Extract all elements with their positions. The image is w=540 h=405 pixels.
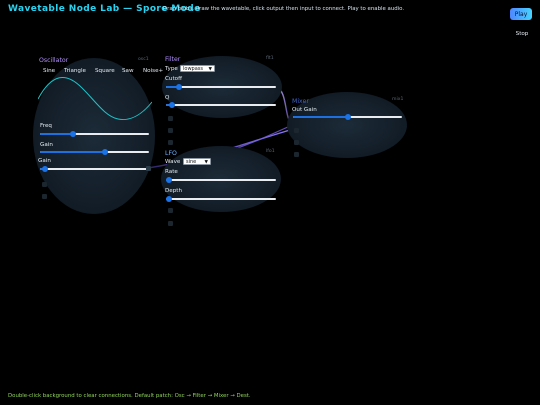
lfo-wave-label: Wave: [165, 159, 181, 165]
wave-noise-extra: +: [158, 68, 164, 74]
wire-lfo-to-mixer[interactable]: [231, 125, 291, 151]
stop-button[interactable]: Stop: [512, 29, 532, 39]
mixer-port-in-1[interactable]: [294, 128, 299, 133]
gain-slider-thumb[interactable]: [102, 149, 109, 155]
gain2-slider[interactable]: [40, 166, 149, 172]
mixer-title-text: Mixer: [292, 98, 309, 105]
osc-port-in-1[interactable]: [42, 182, 47, 187]
lfo-title-text: LFO: [165, 150, 177, 157]
freq-slider-thumb[interactable]: [69, 131, 76, 137]
filter-port-in-1[interactable]: [168, 116, 173, 121]
filter-type-select[interactable]: lowpass ▼: [180, 65, 215, 72]
mixer-id: mix1: [392, 97, 404, 102]
osc-port-out[interactable]: [146, 166, 151, 171]
freq-slider[interactable]: [40, 131, 149, 137]
depth-slider-thumb[interactable]: [166, 196, 173, 202]
oscillator-id: osc1: [138, 57, 149, 62]
q-slider[interactable]: [166, 102, 276, 108]
gain-label: Gain: [40, 142, 53, 148]
rate-slider[interactable]: [166, 177, 276, 183]
rate-label: Rate: [165, 169, 178, 175]
mixer-title: Mixer: [292, 98, 309, 105]
out-gain-slider-thumb[interactable]: [344, 114, 351, 120]
lfo-wave-value: sine: [186, 159, 197, 165]
oscillator-title-text: Oscillator: [39, 57, 69, 64]
filter-type-label: Type: [165, 66, 178, 72]
wave-noise-button[interactable]: Noise+: [143, 68, 163, 74]
mixer-port-in-3[interactable]: [294, 152, 299, 157]
lfo-id: lfo1: [266, 149, 275, 154]
q-label: Q: [165, 95, 170, 101]
gain2-slider-thumb[interactable]: [42, 166, 49, 172]
cutoff-slider-thumb[interactable]: [176, 84, 183, 90]
wave-triangle-button[interactable]: Triangle: [64, 68, 86, 74]
gain-slider[interactable]: [40, 149, 149, 155]
freq-label: Freq: [40, 123, 52, 129]
depth-label: Depth: [165, 188, 183, 194]
cutoff-label: Cutoff: [165, 76, 182, 82]
filter-title-text: Filter: [165, 56, 181, 63]
cutoff-slider[interactable]: [166, 84, 276, 90]
filter-port-in-2[interactable]: [168, 128, 173, 133]
wavetable-curve: [38, 77, 152, 121]
mixer-port-in-2[interactable]: [294, 140, 299, 145]
q-slider-thumb[interactable]: [168, 102, 175, 108]
oscillator-title: Oscillator: [39, 57, 68, 64]
filter-title: Filter: [165, 56, 180, 63]
instructions-text: Drag blobs, draw the wavetable, click ou…: [163, 6, 405, 12]
filter-port-in-3[interactable]: [168, 140, 173, 145]
filter-id: flt1: [266, 56, 274, 61]
lfo-wave-select[interactable]: sine ▼: [183, 158, 211, 165]
gain2-label: Gain: [38, 158, 51, 164]
chevron-down-icon: ▼: [204, 160, 208, 165]
wave-sine-button[interactable]: Sine: [43, 68, 55, 74]
filter-type-value: lowpass: [183, 66, 203, 72]
out-gain-label: Out Gain: [292, 107, 317, 113]
header-bar: Wavetable Node Lab — Spore Mode Drag blo…: [0, 0, 540, 22]
rate-slider-thumb[interactable]: [166, 177, 173, 183]
lfo-port-in-1[interactable]: [168, 208, 173, 213]
wave-noise-label: Noise: [143, 68, 159, 74]
wavetable-canvas[interactable]: [38, 76, 152, 122]
wave-square-button[interactable]: Square: [95, 68, 115, 74]
depth-slider[interactable]: [166, 196, 276, 202]
lfo-port-in-2[interactable]: [168, 221, 173, 226]
wave-saw-button[interactable]: Saw: [122, 68, 134, 74]
osc-port-in-2[interactable]: [42, 194, 47, 199]
chevron-down-icon: ▼: [208, 67, 212, 72]
lfo-title: LFO: [165, 150, 177, 157]
footer-hint: Double-click background to clear connect…: [8, 393, 251, 399]
out-gain-slider[interactable]: [293, 114, 402, 120]
play-button[interactable]: Play: [510, 8, 532, 20]
